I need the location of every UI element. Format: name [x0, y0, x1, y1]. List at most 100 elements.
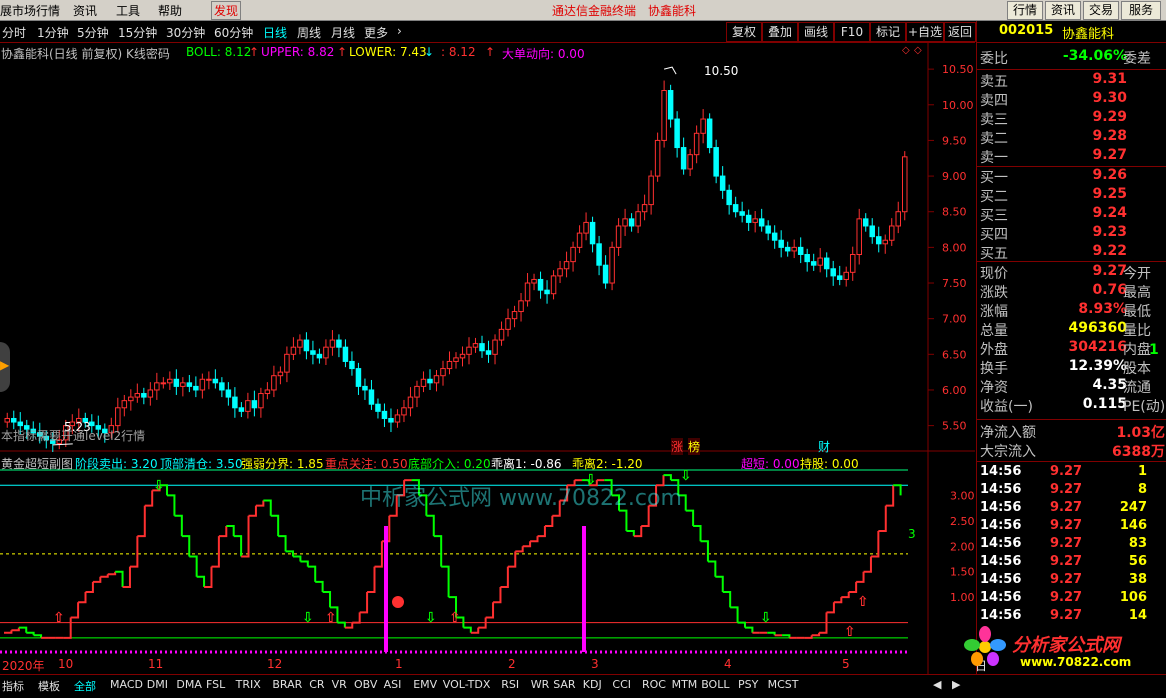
sell-level-value: 9.31: [1092, 71, 1127, 87]
diamond-icon[interactable]: ◇: [902, 45, 910, 56]
indicator-tab[interactable]: 指标: [2, 678, 24, 694]
stat-value: 9.27: [1092, 263, 1127, 279]
indicator-segment: [181, 535, 191, 557]
kline-chart-panel[interactable]: 10.50 10.00 9.50 9.00 8.50 8.00 7.50 7.00 6.50 6.…: [0, 42, 975, 455]
period-more[interactable]: 更多: [364, 24, 388, 41]
service-button[interactable]: 服务: [1121, 1, 1161, 20]
indicator-tab[interactable]: MACD: [110, 678, 143, 691]
indicator-tab[interactable]: FSL: [206, 678, 225, 691]
period-5min[interactable]: 5分钟: [77, 24, 109, 41]
period-1min[interactable]: 1分钟: [37, 24, 69, 41]
indicator-tab[interactable]: TRIX: [236, 678, 261, 691]
candle-body: [375, 403, 381, 412]
indicator-tab[interactable]: VR: [332, 678, 347, 691]
indicator-value-label: 3: [908, 527, 916, 541]
draw-line-button[interactable]: 画线: [798, 22, 834, 42]
stat-label2: PE(动): [1123, 399, 1166, 415]
period-fenshi[interactable]: 分时: [2, 24, 26, 41]
candle-body: [856, 218, 862, 255]
indicator-segment: [856, 571, 865, 583]
candle-body: [596, 243, 602, 266]
indicator-chart-panel[interactable]: 3.00 2.50 2.00 1.50 1.00 ⇧ ⇩ ⇩ ⇧ ⇩ ⇧ ⇩ ⇧ ⇧ ⇩ ⇩ 黄金超短副图 …: [0, 452, 975, 674]
arrow-up-icon: ⇧: [325, 610, 337, 626]
candle-body: [459, 353, 466, 359]
period-15min[interactable]: 15分钟: [118, 24, 157, 41]
indicator-tab[interactable]: DMI: [147, 678, 168, 691]
indicator-tab[interactable]: BRAR: [272, 678, 302, 691]
diamond-icon[interactable]: ◇: [914, 45, 922, 56]
tick-row: 14:56 9.27 247: [980, 500, 1165, 518]
indicator-tab[interactable]: RSI: [501, 678, 519, 691]
indicator-tab[interactable]: VOL-TDX: [443, 678, 491, 691]
side-collapse-handle[interactable]: ▶: [0, 342, 10, 392]
y-axis-label: 8.50: [942, 206, 967, 219]
indicator-tab[interactable]: MCST: [768, 678, 799, 691]
indicator-tab[interactable]: CCI: [612, 678, 631, 691]
candle-body: [563, 261, 570, 270]
mark-button[interactable]: 标记: [870, 22, 906, 42]
indicator-tab[interactable]: CR: [309, 678, 324, 691]
period-day[interactable]: 日线: [263, 24, 287, 41]
candle-body: [843, 271, 849, 280]
market-button[interactable]: 行情: [1007, 1, 1043, 20]
indicator-tab[interactable]: DMA: [176, 678, 202, 691]
news-button[interactable]: 资讯: [1045, 1, 1081, 20]
menu-tools[interactable]: 工具: [116, 2, 140, 19]
adjust-button[interactable]: 复权: [726, 22, 762, 42]
candle-body: [173, 378, 180, 387]
menu-news[interactable]: 资讯: [73, 2, 97, 19]
menu-discover[interactable]: 发现: [211, 1, 242, 20]
period-60min[interactable]: 60分钟: [214, 24, 253, 41]
indicator-tab[interactable]: EMV: [413, 678, 437, 691]
menu-help[interactable]: 帮助: [158, 2, 182, 19]
add-favorite-button[interactable]: +自选: [906, 22, 944, 42]
candle-body: [134, 393, 141, 398]
indicator-tab[interactable]: MTM: [672, 678, 698, 691]
candle-body: [674, 118, 680, 149]
triangle-left-icon[interactable]: ◀: [933, 678, 941, 691]
candle-body: [388, 417, 394, 423]
triangle-right-icon[interactable]: ▶: [952, 678, 960, 691]
stat: 外盘 304216 内盘: [980, 339, 1165, 358]
indicator-segment: [544, 515, 554, 527]
candle-body: [609, 246, 615, 284]
indicator-segment: [359, 592, 369, 614]
indicator-tab[interactable]: OBV: [354, 678, 377, 691]
buy-level-value: 9.24: [1092, 205, 1127, 221]
period-30min[interactable]: 30分钟: [166, 24, 205, 41]
indicator-tab[interactable]: KDJ: [583, 678, 602, 691]
candle-body: [121, 400, 128, 409]
indicator-tab[interactable]: PSY: [738, 678, 758, 691]
level2-note: 本指标需要开通level2行情: [1, 429, 146, 443]
candle-body: [225, 389, 232, 398]
upper-value: UPPER: 8.82: [261, 45, 335, 59]
candle-body: [264, 389, 271, 395]
chevron-right-icon[interactable]: ›: [397, 24, 402, 38]
overlay-button[interactable]: 叠加: [762, 22, 798, 42]
candle-body: [836, 275, 843, 280]
divider: [977, 69, 1166, 70]
candle-body: [862, 218, 869, 227]
candle-body: [453, 357, 459, 362]
candle-body: [544, 289, 550, 295]
stat-label: 涨跌: [980, 285, 1008, 301]
f10-button[interactable]: F10: [834, 22, 870, 42]
period-month[interactable]: 月线: [331, 24, 355, 41]
menu-market[interactable]: 展市场行情: [0, 2, 60, 19]
sell-level-value: 9.30: [1092, 90, 1127, 106]
indicator-tab[interactable]: 模板: [38, 678, 60, 694]
kline-chart[interactable]: 10.50 10.00 9.50 9.00 8.50 8.00 7.50 7.00 6.50 6.…: [0, 42, 975, 452]
period-week[interactable]: 周线: [297, 24, 321, 41]
indicator-tab[interactable]: WR: [531, 678, 550, 691]
candle-body: [258, 393, 264, 409]
indicator-tab[interactable]: 全部: [74, 678, 96, 694]
indicator-tab[interactable]: SAR: [553, 678, 575, 691]
indicator-tab[interactable]: BOLL: [701, 678, 729, 691]
indicator-tab[interactable]: ROC: [642, 678, 666, 691]
indicator-tab[interactable]: ASI: [384, 678, 402, 691]
trade-button[interactable]: 交易: [1083, 1, 1119, 20]
back-button[interactable]: 返回: [944, 22, 976, 42]
stat: 净资 4.35 流通: [980, 377, 1165, 396]
stock-name: 协鑫能科: [1062, 27, 1115, 42]
indicator-segment: [248, 505, 257, 517]
